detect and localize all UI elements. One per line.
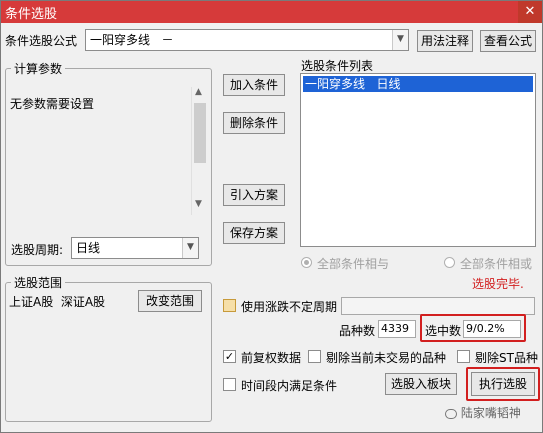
condition-list[interactable]: 一阳穿多线 日线 — [300, 73, 536, 247]
period-select[interactable]: 日线 ▼ — [71, 237, 199, 259]
watermark-text: 陆家嘴韬神 — [460, 406, 521, 420]
execute-pick-button[interactable]: 执行选股 — [471, 372, 535, 396]
stock-count-label: 品种数 — [339, 324, 376, 338]
scroll-up-icon[interactable]: ▲ — [195, 87, 202, 97]
variable-period-checkbox[interactable] — [223, 299, 236, 312]
formula-label: 条件选股公式 — [5, 34, 78, 48]
hit-count-field: 9/0.2% — [463, 320, 521, 338]
formula-select[interactable]: 一阳穿多线 － ▼ — [85, 29, 409, 51]
variable-period-label: 使用涨跌不定周期 — [241, 300, 338, 314]
pre-adjust-label: 前复权数据 — [241, 351, 302, 365]
wechat-icon — [445, 408, 457, 419]
period-label: 选股周期: — [11, 243, 64, 257]
time-range-label: 时间段内满足条件 — [241, 379, 338, 393]
scope-text: 上证A股 深证A股 — [9, 295, 106, 309]
titlebar: 条件选股 ✕ — [1, 1, 542, 23]
add-to-block-button[interactable]: 选股入板块 — [385, 373, 457, 395]
usage-notes-button[interactable]: 用法注释 — [417, 30, 473, 52]
hit-count-label: 选中数 — [425, 324, 462, 338]
status-done: 选股完毕. — [472, 277, 524, 291]
scroll-thumb[interactable] — [194, 103, 206, 163]
pre-adjust-checkbox[interactable]: ✓ — [223, 350, 236, 363]
scroll-down-icon[interactable]: ▼ — [195, 199, 202, 209]
watermark: 陆家嘴韬神 — [445, 404, 521, 421]
exclude-st-label: 剔除ST品种 — [475, 351, 538, 365]
view-formula-button[interactable]: 查看公式 — [480, 30, 536, 52]
save-plan-button[interactable]: 保存方案 — [223, 222, 285, 244]
chevron-down-icon[interactable]: ▼ — [392, 30, 408, 50]
change-scope-button[interactable]: 改变范围 — [138, 290, 202, 312]
params-text: 无参数需要设置 — [10, 97, 95, 111]
params-scrollbar[interactable]: ▲ ▼ — [191, 87, 207, 215]
all-or-radio[interactable] — [444, 257, 455, 268]
period-select-value: 日线 — [76, 241, 101, 255]
condition-list-item[interactable]: 一阳穿多线 日线 — [303, 76, 533, 92]
close-icon[interactable]: ✕ — [518, 1, 542, 23]
all-and-label: 全部条件相与 — [317, 257, 390, 271]
exclude-untraded-label: 剔除当前未交易的品种 — [326, 351, 447, 365]
params-group-title: 计算参数 — [11, 60, 66, 77]
delete-condition-button[interactable]: 删除条件 — [223, 112, 285, 134]
all-or-label: 全部条件相或 — [460, 257, 533, 271]
scope-group-title: 选股范围 — [11, 274, 66, 291]
all-and-radio[interactable] — [301, 257, 312, 268]
add-condition-button[interactable]: 加入条件 — [223, 74, 285, 96]
time-range-checkbox[interactable] — [223, 378, 236, 391]
variable-period-field[interactable] — [341, 297, 535, 315]
window-title: 条件选股 — [5, 7, 58, 22]
exclude-untraded-checkbox[interactable] — [308, 350, 321, 363]
exclude-st-checkbox[interactable] — [457, 350, 470, 363]
import-plan-button[interactable]: 引入方案 — [223, 184, 285, 206]
chevron-down-icon[interactable]: ▼ — [182, 238, 198, 258]
condition-list-title: 选股条件列表 — [301, 59, 374, 73]
formula-select-value: 一阳穿多线 － — [90, 33, 174, 47]
condition-stock-picker-window: 条件选股 ✕ 条件选股公式 一阳穿多线 － ▼ 用法注释 查看公式 计算参数 无… — [0, 0, 543, 433]
stock-count-field: 4339 — [378, 320, 416, 338]
